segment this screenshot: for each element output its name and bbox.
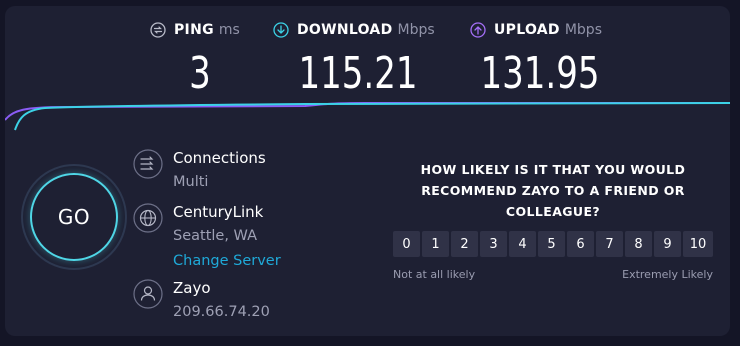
rating-button-1[interactable]: 1 — [422, 231, 449, 257]
rating-button-6[interactable]: 6 — [567, 231, 594, 257]
survey-question: HOW LIKELY IS IT THAT YOU WOULD RECOMMEN… — [420, 162, 686, 219]
rating-button-8[interactable]: 8 — [625, 231, 652, 257]
download-graph-line — [14, 102, 730, 131]
globe-icon — [133, 203, 163, 233]
download-metric: DOWNLOAD Mbps 115.21 — [273, 20, 443, 98]
ping-unit: ms — [218, 22, 240, 38]
rating-button-9[interactable]: 9 — [654, 231, 681, 257]
upload-unit: Mbps — [564, 22, 602, 38]
server-location: Seattle, WA — [173, 228, 258, 244]
rating-button-0[interactable]: 0 — [393, 231, 420, 257]
rating-button-7[interactable]: 7 — [596, 231, 623, 257]
provider-name: Zayo — [173, 279, 211, 297]
rating-button-10[interactable]: 10 — [683, 231, 713, 257]
connections-value: Multi — [173, 174, 209, 190]
go-button-label: GO — [57, 205, 91, 229]
upload-metric: UPLOAD Mbps 131.95 — [470, 20, 610, 98]
upload-arrow-icon — [470, 22, 486, 38]
connections-arrows-icon — [133, 149, 163, 179]
connections-title: Connections — [173, 149, 266, 167]
ping-metric: PING ms 3 — [150, 20, 250, 98]
ping-icon — [150, 22, 166, 38]
download-label: DOWNLOAD — [297, 22, 393, 38]
scale-low-label: Not at all likely — [393, 268, 476, 281]
upload-label: UPLOAD — [494, 22, 560, 38]
rating-button-4[interactable]: 4 — [509, 231, 536, 257]
server-name: CenturyLink — [173, 203, 264, 221]
ping-label: PING — [174, 22, 214, 38]
scale-high-label: Extremely Likely — [622, 268, 713, 281]
results-panel: PING ms 3 DOWNLOAD Mbps 115.21 UPLOAD Mb… — [5, 6, 730, 336]
user-icon — [133, 279, 163, 309]
download-unit: Mbps — [397, 22, 435, 38]
rating-button-3[interactable]: 3 — [480, 231, 507, 257]
recommend-scale: 0 1 2 3 4 5 6 7 8 9 10 — [393, 231, 713, 257]
go-button[interactable]: GO — [30, 173, 118, 261]
speed-graph — [5, 102, 730, 131]
rating-button-2[interactable]: 2 — [451, 231, 478, 257]
rating-button-5[interactable]: 5 — [538, 231, 565, 257]
download-arrow-icon — [273, 22, 289, 38]
provider-ip: 209.66.74.20 — [173, 304, 270, 320]
change-server-link[interactable]: Change Server — [173, 253, 281, 269]
